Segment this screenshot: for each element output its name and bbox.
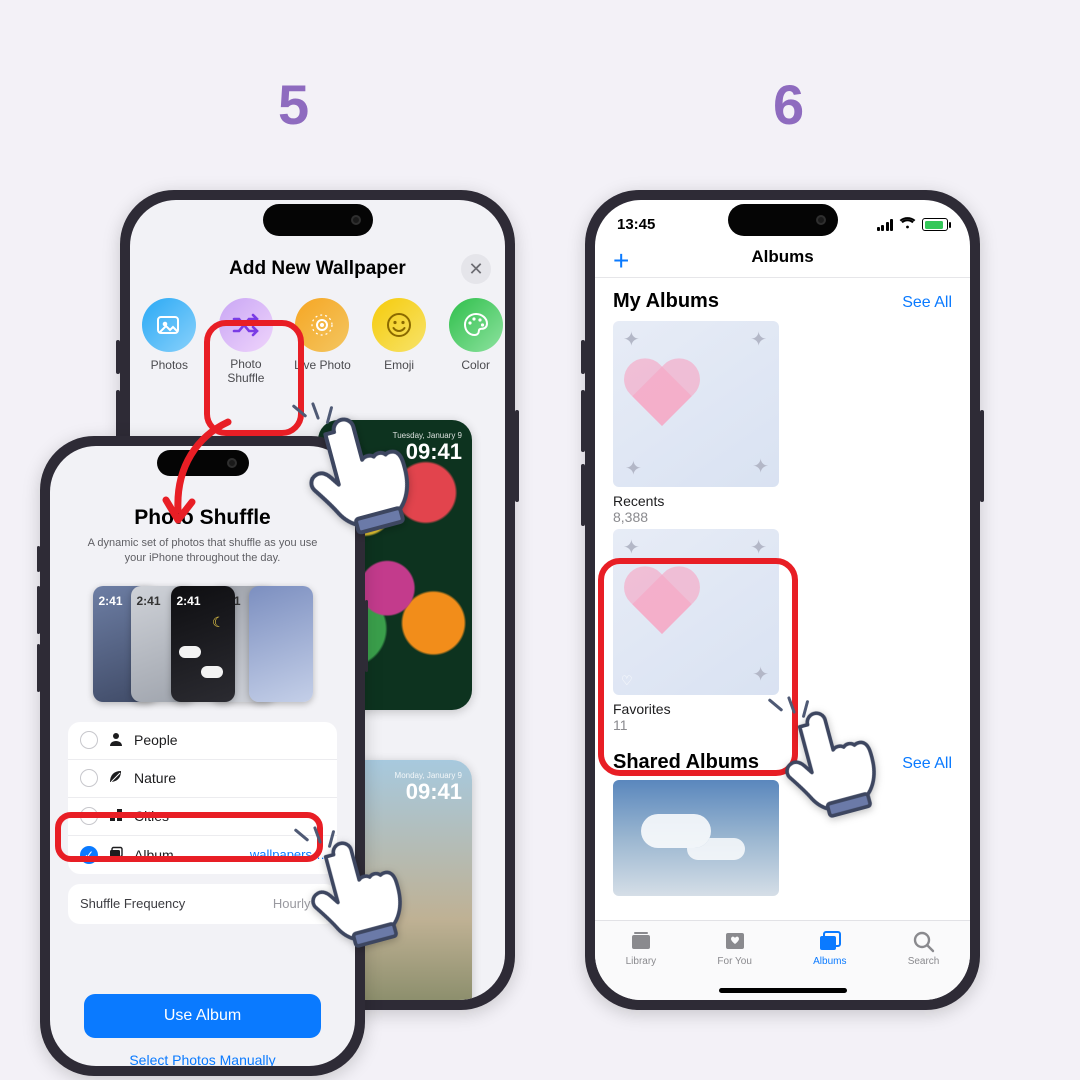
wallpaper-time: 09:41 [406, 779, 462, 804]
library-icon [627, 929, 655, 953]
option-label: People [134, 732, 178, 748]
shared-album-thumbnail[interactable] [613, 780, 779, 896]
wallpaper-category-row: Photos Photo Shuffle Live Photo Emoji [140, 298, 505, 386]
wallpaper-date: Monday, January 9 [395, 772, 462, 780]
buildings-icon [108, 807, 124, 826]
tab-label: Search [908, 956, 940, 967]
preview-time: 2:41 [177, 594, 201, 608]
category-label: Emoji [384, 358, 414, 372]
category-label: Photo Shuffle [217, 358, 276, 386]
status-time: 13:45 [617, 216, 655, 233]
shared-albums-header: Shared Albums [613, 751, 759, 774]
leaf-icon [108, 769, 124, 788]
cellular-icon [877, 219, 894, 231]
category-live-photo[interactable]: Live Photo [293, 298, 352, 386]
tab-albums[interactable]: Albums [813, 929, 846, 967]
shuffle-icon [219, 298, 273, 352]
battery-charging-icon [922, 218, 948, 231]
tab-library[interactable]: Library [626, 929, 657, 967]
select-photos-manually-link[interactable]: Select Photos Manually [68, 1052, 337, 1066]
tab-for-you[interactable]: For You [717, 929, 751, 967]
wifi-icon [899, 216, 916, 233]
tab-label: For You [717, 956, 751, 967]
nav-title: Albums [595, 247, 970, 267]
shuffle-frequency-row[interactable]: Shuffle Frequency Hourly ⌄ [68, 884, 337, 924]
category-label: Live Photo [294, 358, 351, 372]
color-icon [449, 298, 503, 352]
step-number-6: 6 [773, 72, 804, 137]
album-name: Recents [613, 493, 970, 509]
preview-time: 2:41 [137, 594, 161, 608]
new-album-button[interactable]: + [613, 245, 629, 277]
frequency-label: Shuffle Frequency [80, 896, 185, 911]
close-icon: ✕ [468, 259, 483, 279]
album-count: 8,388 [613, 509, 970, 525]
option-label: Cities [134, 808, 169, 824]
option-label: Album [134, 847, 174, 863]
category-label: Color [461, 358, 490, 372]
live-photo-icon [295, 298, 349, 352]
use-album-button[interactable]: Use Album [84, 994, 321, 1038]
person-icon [108, 731, 124, 750]
preview-time: 2:41 [99, 594, 123, 608]
arrow-annotation [158, 416, 248, 526]
option-nature[interactable]: Nature [68, 760, 337, 798]
frequency-value: Hourly [273, 896, 311, 911]
albums-stack-icon [108, 845, 124, 864]
albums-icon [816, 929, 844, 953]
home-indicator [719, 988, 847, 993]
close-button[interactable]: ✕ [461, 254, 491, 284]
tab-bar: Library For You Albums Search [595, 920, 970, 1000]
shuffle-preview: 2:41 2:41 2:41 ☾ 2:41 [93, 580, 313, 708]
favorite-heart-icon: ♡ [621, 673, 633, 689]
shuffle-subtitle: A dynamic set of photos that shuffle as … [68, 536, 337, 566]
category-color[interactable]: Color [446, 298, 505, 386]
category-photos[interactable]: Photos [140, 298, 199, 386]
tab-label: Albums [813, 956, 846, 967]
photos-icon [142, 298, 196, 352]
search-icon [910, 929, 938, 953]
see-all-link[interactable]: See All [902, 294, 952, 312]
tab-search[interactable]: Search [908, 929, 940, 967]
tab-label: Library [626, 956, 657, 967]
step-number-5: 5 [278, 72, 309, 137]
album-thumbnail: ✦ ✦ ✦ ✦ [613, 321, 779, 487]
radio-unchecked-icon [80, 769, 98, 787]
category-emoji[interactable]: Emoji [370, 298, 429, 386]
phone-photo-shuffle-sheet: Photo Shuffle A dynamic set of photos th… [40, 436, 365, 1076]
album-recents[interactable]: ✦ ✦ ✦ ✦ Recents 8,388 [613, 321, 970, 525]
radio-checked-icon [80, 846, 98, 864]
option-people[interactable]: People [68, 722, 337, 760]
radio-unchecked-icon [80, 731, 98, 749]
foryou-icon [721, 929, 749, 953]
emoji-icon [372, 298, 426, 352]
album-thumbnail: ✦ ✦ ♡ ✦ [613, 529, 779, 695]
phone-albums: 13:45 + Albums My Albums See All ✦ ✦ ✦ ✦… [585, 190, 980, 1010]
radio-unchecked-icon [80, 807, 98, 825]
wallpaper-sheet-title: Add New Wallpaper [130, 258, 505, 280]
category-photo-shuffle[interactable]: Photo Shuffle [217, 298, 276, 386]
option-label: Nature [134, 770, 176, 786]
my-albums-header: My Albums [613, 290, 719, 313]
see-all-link[interactable]: See All [902, 755, 952, 773]
category-label: Photos [151, 358, 188, 372]
option-album[interactable]: Album wallpapers… [68, 836, 337, 874]
